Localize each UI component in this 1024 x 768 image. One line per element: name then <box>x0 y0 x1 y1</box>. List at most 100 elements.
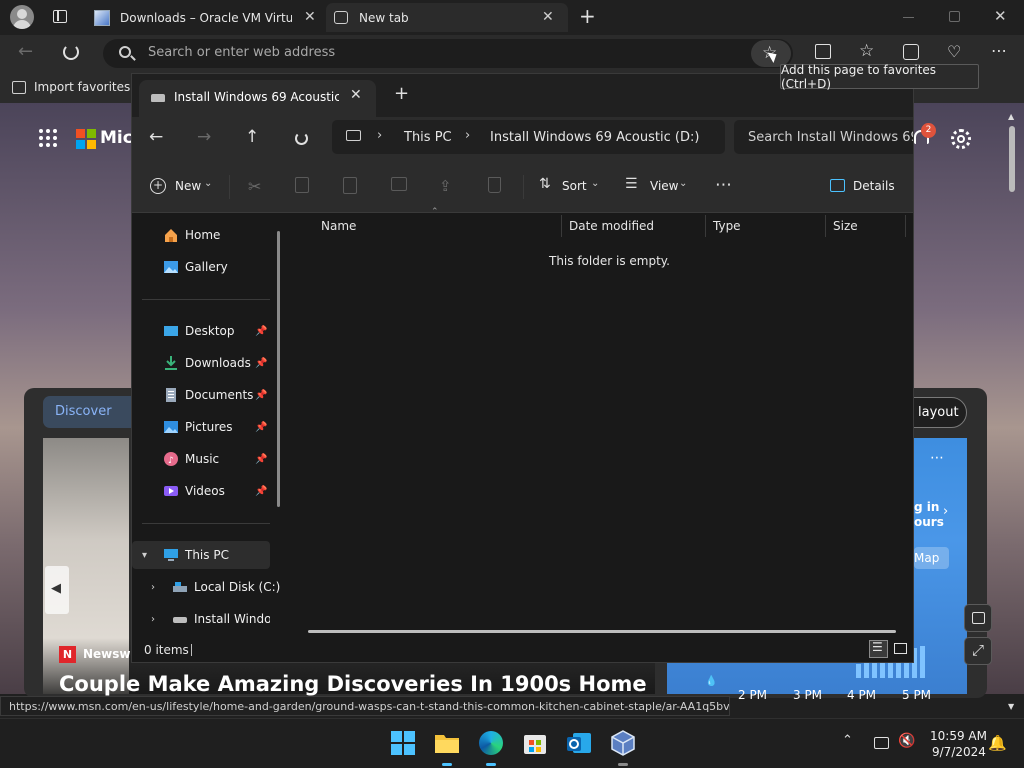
copy-icon[interactable] <box>295 177 309 193</box>
notifications-bell-icon[interactable]: 🔔 <box>988 734 1007 752</box>
close-tab-icon[interactable]: ✕ <box>350 87 362 103</box>
weather-more-icon[interactable]: ⋯ <box>930 450 944 466</box>
see-more-icon[interactable]: ⋯ <box>715 175 732 195</box>
sidebar-item-desktop[interactable]: Desktop 📌 <box>132 317 270 345</box>
sidebar-item-videos[interactable]: Videos 📌 <box>132 477 270 505</box>
sort-button[interactable]: ⇅ Sort ⌄ <box>535 171 607 201</box>
explorer-navigation-bar: ← → ↑ › This PC › Install Windows 69 Aco… <box>132 117 913 161</box>
chevron-right-icon[interactable]: › <box>151 582 155 593</box>
forward-arrow-icon[interactable]: → <box>197 127 211 147</box>
close-window-icon[interactable]: ✕ <box>994 7 1007 25</box>
delete-icon[interactable] <box>488 177 501 193</box>
up-arrow-icon[interactable]: ↑ <box>245 127 259 147</box>
chevron-right-icon[interactable]: › <box>151 614 155 625</box>
ntp-expand-button[interactable]: ⤢ <box>964 637 992 665</box>
refresh-icon[interactable] <box>295 132 308 145</box>
sidebar-item-downloads[interactable]: Downloads 📌 <box>132 349 270 377</box>
close-tab-icon[interactable]: ✕ <box>542 9 554 25</box>
import-favorites-link[interactable]: Import favorites <box>34 80 130 94</box>
virtualbox-icon <box>611 730 635 756</box>
store-taskbar-button[interactable] <box>521 729 549 757</box>
view-label: View <box>650 179 679 193</box>
details-view-toggle[interactable]: ☰ <box>869 640 888 658</box>
sidebar-item-gallery[interactable]: Gallery <box>132 253 270 281</box>
sidebar-item-this-pc[interactable]: ▾ This PC <box>132 541 270 569</box>
paste-icon[interactable] <box>343 177 357 194</box>
navigation-pane-scrollbar[interactable] <box>277 231 280 507</box>
browser-essentials-icon[interactable]: ♡ <box>947 42 961 61</box>
sidebar-item-home[interactable]: Home <box>132 221 270 249</box>
rename-icon[interactable] <box>391 177 407 191</box>
new-button[interactable]: + New ⌄ <box>144 171 218 201</box>
apps-launcher-icon[interactable] <box>38 128 58 148</box>
column-header-name[interactable]: Name <box>321 213 356 239</box>
sidebar-item-local-disk-c[interactable]: › Local Disk (C:) <box>132 573 280 601</box>
chevron-right-icon: › <box>943 504 949 519</box>
refresh-icon[interactable] <box>63 44 79 60</box>
chevron-right-icon: › <box>377 128 383 143</box>
notification-count-badge: 2 <box>921 123 936 138</box>
explorer-search-box[interactable]: Search Install Windows 69 Acoustic (D:) <box>734 120 913 154</box>
column-header-date-modified[interactable]: Date modified <box>569 213 654 239</box>
clock-date[interactable]: 9/7/2024 <box>932 745 986 759</box>
back-arrow-icon[interactable]: ← <box>149 127 163 147</box>
breadcrumb-drive[interactable]: Install Windows 69 Acoustic (D:) <box>490 130 699 145</box>
volume-muted-icon[interactable]: 🔇 <box>898 733 915 749</box>
weather-hour: 3 PM <box>793 688 823 702</box>
map-label: Map <box>914 551 940 565</box>
horizontal-scrollbar[interactable] <box>308 630 896 633</box>
split-screen-icon[interactable] <box>815 44 831 59</box>
weather-link-line1[interactable]: g in <box>914 500 939 514</box>
sidebar-item-pictures[interactable]: Pictures 📌 <box>132 413 270 441</box>
file-explorer-taskbar-button[interactable] <box>433 729 461 766</box>
column-header-size[interactable]: Size <box>833 213 858 239</box>
map-button[interactable]: Map <box>914 547 949 569</box>
start-button[interactable] <box>389 729 417 757</box>
taskbar: ⌃ 🔇 10:59 AM 9/7/2024 🔔 <box>0 718 1024 768</box>
ntp-settings-gear-icon[interactable] <box>951 129 971 149</box>
outlook-taskbar-button[interactable] <box>565 729 593 757</box>
news-headline[interactable]: Couple Make Amazing Discoveries In 1900s… <box>59 672 647 696</box>
network-icon[interactable] <box>874 737 889 749</box>
column-header-type[interactable]: Type <box>713 213 741 239</box>
weather-link-line2[interactable]: ours <box>914 515 944 529</box>
weather-hour: 2 PM <box>738 688 768 702</box>
restore-icon[interactable] <box>949 11 960 22</box>
clock-time[interactable]: 10:59 AM <box>930 729 987 743</box>
link-status-url: https://www.msn.com/en-us/lifestyle/home… <box>0 696 730 716</box>
share-icon[interactable]: ⇪ <box>439 177 457 195</box>
new-tab-plus-icon[interactable]: + <box>579 4 596 28</box>
breadcrumb-this-pc[interactable]: This PC <box>404 130 452 145</box>
details-pane-button[interactable]: Details <box>822 171 902 201</box>
tab-actions-icon[interactable] <box>53 10 67 23</box>
view-button[interactable]: ☰ View ⌄ <box>622 171 697 201</box>
collections-icon[interactable] <box>903 44 919 60</box>
sidebar-item-documents[interactable]: Documents 📌 <box>132 381 270 409</box>
browser-tab-new-tab[interactable]: New tab ✕ <box>326 3 568 32</box>
tiles-view-toggle[interactable] <box>891 640 910 658</box>
show-hidden-icons-chevron[interactable]: ⌃ <box>842 733 853 748</box>
browser-tab-virtualbox[interactable]: Downloads – Oracle VM VirtualBox ✕ <box>86 3 326 32</box>
details-label: Details <box>853 179 895 193</box>
more-menu-icon[interactable]: ⋯ <box>991 41 1007 60</box>
pin-icon: 📌 <box>255 325 268 337</box>
sidebar-item-install-drive[interactable]: › Install Windows 69 Acoustic (D:) <box>132 605 270 633</box>
explorer-tab[interactable]: Install Windows 69 Acoustic (D:) ✕ <box>139 80 376 117</box>
edge-taskbar-button[interactable] <box>477 729 505 766</box>
virtualbox-taskbar-button[interactable] <box>609 729 637 766</box>
cut-icon[interactable]: ✂ <box>248 177 266 196</box>
new-explorer-tab-icon[interactable]: + <box>394 83 409 104</box>
discover-tab[interactable]: Discover <box>43 396 143 428</box>
chevron-down-icon[interactable]: ▾ <box>142 550 147 561</box>
profile-avatar[interactable] <box>10 5 34 29</box>
address-breadcrumb[interactable]: › This PC › Install Windows 69 Acoustic … <box>332 120 725 154</box>
back-icon[interactable]: ← <box>18 41 33 62</box>
ntp-scrollbar[interactable]: ▲ ▼ <box>1007 112 1017 716</box>
minimize-icon[interactable] <box>903 17 914 18</box>
ntp-image-button[interactable] <box>964 604 992 632</box>
sidebar-item-music[interactable]: ♪ Music 📌 <box>132 445 270 473</box>
favorites-icon[interactable]: ☆ <box>859 41 874 61</box>
address-bar[interactable]: Search or enter web address ☆ <box>103 39 793 68</box>
carousel-prev-button[interactable]: ◀ <box>45 566 69 614</box>
close-tab-icon[interactable]: ✕ <box>304 9 316 25</box>
